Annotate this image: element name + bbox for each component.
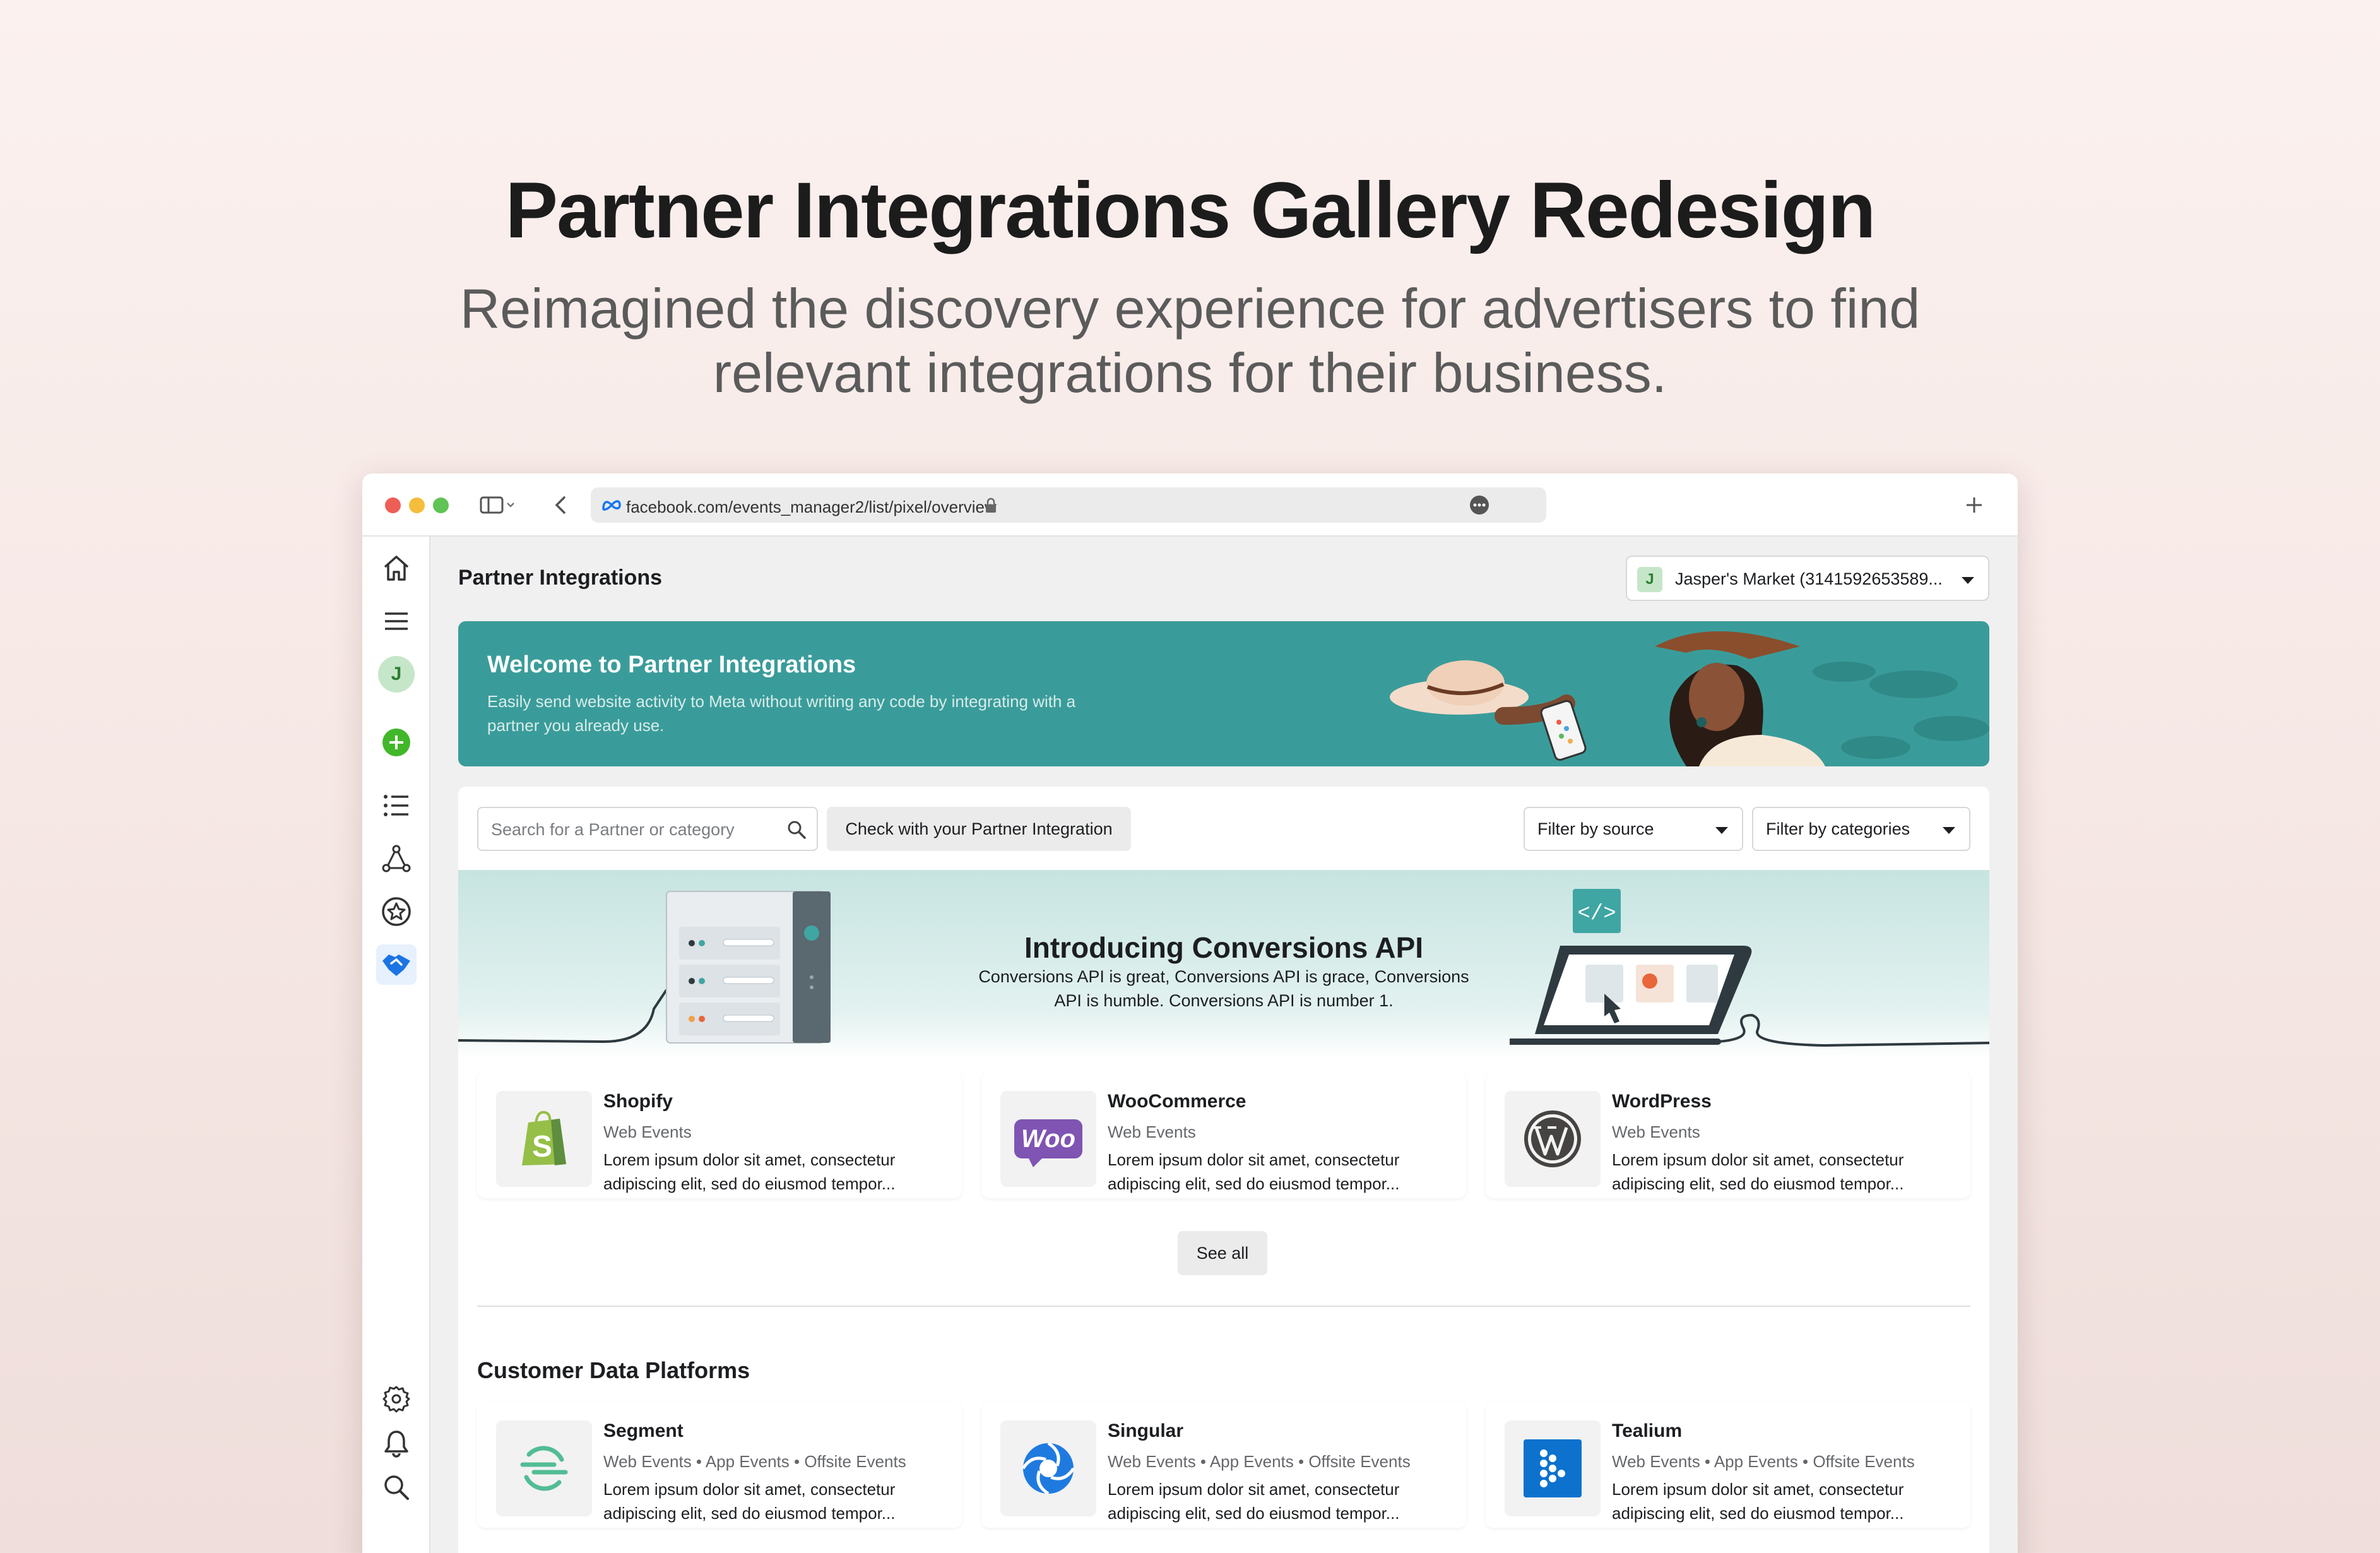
left-nav-sidebar: J bbox=[362, 537, 430, 1553]
banner-illustration bbox=[1390, 631, 1989, 766]
laptop-illustration: </> bbox=[1510, 889, 1989, 1047]
search-icon[interactable] bbox=[376, 1467, 417, 1508]
avatar[interactable]: J bbox=[376, 654, 417, 694]
card-title: WordPress bbox=[1612, 1091, 1712, 1112]
partner-search bbox=[477, 807, 818, 851]
url-text: facebook.com/events_manager2/list/pixel/… bbox=[626, 497, 997, 516]
conversions-api-description: Conversions API is great, Conversions AP… bbox=[978, 967, 1469, 1010]
svg-text:</>: </> bbox=[1577, 902, 1616, 926]
woocommerce-logo-text: Woo bbox=[1021, 1124, 1075, 1153]
shopify-logo: S bbox=[496, 1091, 592, 1187]
filter-by-source-dropdown[interactable]: Filter by source bbox=[1524, 807, 1743, 851]
card-title: Segment bbox=[603, 1420, 684, 1441]
card-description: Lorem ipsum dolor sit amet, consectetur … bbox=[1108, 1150, 1400, 1193]
integration-card-singular[interactable]: Singular Web Events • App Events • Offsi… bbox=[981, 1401, 1466, 1528]
integration-card-woocommerce[interactable]: Woo WooCommerce Web Events Lorem ipsum d… bbox=[981, 1072, 1466, 1198]
list-icon[interactable] bbox=[376, 785, 417, 826]
integration-card-segment[interactable]: Segment Web Events • App Events • Offsit… bbox=[477, 1401, 962, 1528]
main-content: Partner Integrations J Jasper's Market (… bbox=[430, 537, 2018, 1553]
card-description: Lorem ipsum dolor sit amet, consectetur … bbox=[603, 1480, 896, 1523]
network-icon[interactable] bbox=[376, 838, 417, 879]
home-icon[interactable] bbox=[376, 548, 417, 588]
page-title: Partner Integrations bbox=[458, 566, 663, 590]
account-label: Jasper's Market (3141592653589... bbox=[1675, 569, 1943, 588]
chevron-down-icon bbox=[1715, 827, 1728, 834]
section-title-cdp: Customer Data Platforms bbox=[477, 1357, 750, 1383]
banner-title: Welcome to Partner Integrations bbox=[487, 652, 856, 678]
card-event-types: Web Events bbox=[603, 1122, 692, 1141]
more-options-icon[interactable] bbox=[1469, 495, 1489, 515]
handshake-icon[interactable] bbox=[376, 944, 417, 985]
hero-subtitle: Reimagined the discovery experience for … bbox=[459, 277, 1921, 404]
integrations-panel: Check with your Partner Integration Filt… bbox=[458, 787, 1989, 1553]
chevron-down-icon bbox=[1943, 827, 1955, 834]
svg-text:S: S bbox=[532, 1130, 552, 1163]
star-icon[interactable] bbox=[376, 891, 417, 932]
card-event-types: Web Events • App Events • Offsite Events bbox=[603, 1452, 906, 1471]
card-description: Lorem ipsum dolor sit amet, consectetur … bbox=[1612, 1150, 1904, 1193]
filter-source-label: Filter by source bbox=[1537, 819, 1654, 838]
avatar-initial: J bbox=[378, 656, 415, 693]
integration-card-shopify[interactable]: S Shopify Web Events Lorem ipsum dolor s… bbox=[477, 1072, 962, 1198]
settings-icon[interactable] bbox=[376, 1379, 417, 1419]
singular-logo bbox=[1000, 1420, 1096, 1516]
check-partner-integration-button[interactable]: Check with your Partner Integration bbox=[827, 807, 1131, 851]
address-bar[interactable]: facebook.com/events_manager2/list/pixel/… bbox=[591, 487, 1546, 523]
browser-titlebar: facebook.com/events_manager2/list/pixel/… bbox=[362, 473, 2018, 537]
conversions-api-banner[interactable]: Introducing Conversions API Conversions … bbox=[458, 870, 1989, 1059]
see-all-button[interactable]: See all bbox=[1178, 1231, 1267, 1275]
card-title: Shopify bbox=[603, 1091, 673, 1112]
lock-icon bbox=[985, 497, 997, 514]
filter-categories-label: Filter by categories bbox=[1766, 819, 1910, 838]
meta-logo-icon bbox=[601, 497, 622, 513]
card-event-types: Web Events • App Events • Offsite Events bbox=[1108, 1452, 1411, 1471]
wordpress-logo bbox=[1505, 1091, 1601, 1187]
banner-description: Easily send website activity to Meta wit… bbox=[487, 692, 1076, 735]
search-icon[interactable] bbox=[786, 819, 807, 840]
card-event-types: Web Events bbox=[1612, 1122, 1700, 1141]
browser-window: facebook.com/events_manager2/list/pixel/… bbox=[362, 473, 2018, 1553]
minimize-window-button[interactable] bbox=[409, 497, 425, 513]
integration-card-tealium[interactable]: Tealium Web Events • App Events • Offsit… bbox=[1486, 1401, 1970, 1528]
welcome-banner: Welcome to Partner Integrations Easily s… bbox=[458, 621, 1989, 766]
maximize-window-button[interactable] bbox=[433, 497, 449, 513]
sidebar-toggle-icon[interactable] bbox=[480, 494, 516, 516]
chevron-down-icon bbox=[1962, 577, 1974, 584]
bell-icon[interactable] bbox=[376, 1423, 417, 1463]
card-description: Lorem ipsum dolor sit amet, consectetur … bbox=[1108, 1480, 1400, 1523]
account-selector[interactable]: J Jasper's Market (3141592653589... bbox=[1626, 556, 1989, 601]
hero-title: Partner Integrations Gallery Redesign bbox=[505, 167, 1876, 254]
add-icon[interactable] bbox=[376, 722, 417, 763]
card-description: Lorem ipsum dolor sit amet, consectetur … bbox=[603, 1150, 896, 1193]
integration-card-wordpress[interactable]: WordPress Web Events Lorem ipsum dolor s… bbox=[1486, 1072, 1970, 1198]
menu-icon[interactable] bbox=[376, 601, 417, 641]
woocommerce-logo: Woo bbox=[1000, 1091, 1096, 1187]
section-divider bbox=[477, 1306, 1970, 1307]
card-event-types: Web Events • App Events • Offsite Events bbox=[1612, 1452, 1915, 1471]
card-title: Singular bbox=[1108, 1420, 1184, 1441]
card-title: Tealium bbox=[1612, 1420, 1683, 1441]
search-input[interactable] bbox=[491, 817, 769, 842]
account-avatar: J bbox=[1637, 567, 1662, 592]
tealium-logo bbox=[1505, 1420, 1601, 1516]
server-illustration bbox=[458, 891, 831, 1044]
segment-logo bbox=[496, 1420, 592, 1516]
new-tab-icon[interactable] bbox=[1963, 494, 1986, 516]
close-window-button[interactable] bbox=[385, 497, 401, 513]
filter-by-categories-dropdown[interactable]: Filter by categories bbox=[1752, 807, 1970, 851]
back-arrow-icon[interactable] bbox=[552, 492, 571, 518]
card-title: WooCommerce bbox=[1108, 1091, 1246, 1112]
card-event-types: Web Events bbox=[1108, 1122, 1196, 1141]
card-description: Lorem ipsum dolor sit amet, consectetur … bbox=[1612, 1480, 1904, 1523]
